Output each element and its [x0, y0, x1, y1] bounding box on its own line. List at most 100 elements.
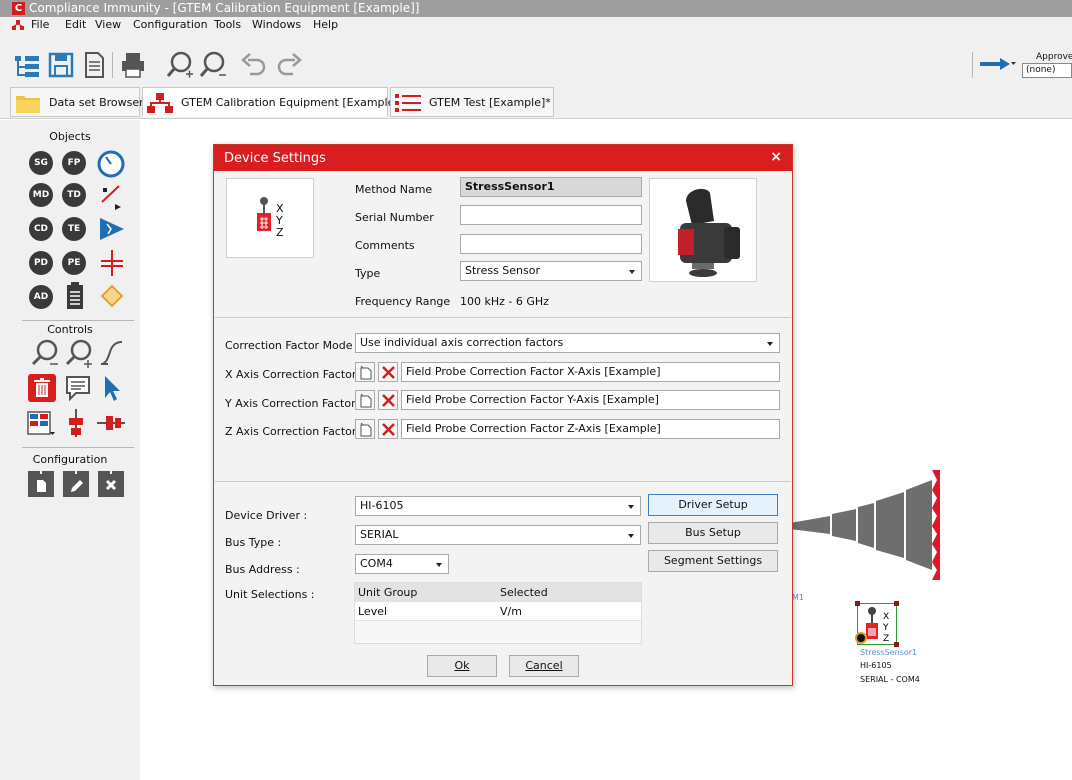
configuration-header: Configuration	[32, 453, 108, 466]
svg-text:Y: Y	[882, 623, 889, 633]
type-select[interactable]: Stress Sensor	[460, 261, 642, 281]
td-button[interactable]: TD	[62, 183, 86, 207]
workflow-arrow-icon[interactable]	[978, 57, 1016, 71]
method-name-label: Method Name	[355, 183, 433, 196]
pe-button[interactable]: PE	[62, 251, 86, 275]
gtem-cell-icon[interactable]	[790, 470, 940, 580]
menu-configuration[interactable]: Configuration	[133, 18, 208, 31]
md-button[interactable]: MD	[29, 183, 53, 207]
te-button[interactable]: TE	[62, 217, 86, 241]
splitter-icon[interactable]	[99, 249, 125, 277]
zoom-in-tool-icon[interactable]	[64, 338, 94, 368]
x-axis-correction-field[interactable]: Field Probe Correction Factor X-Axis [Ex…	[401, 362, 780, 382]
correction-factor-mode-select[interactable]: Use individual axis correction factors	[355, 333, 780, 353]
comments-field[interactable]	[460, 234, 642, 254]
menu-file[interactable]: File	[31, 18, 49, 31]
z-axis-remove-button[interactable]	[378, 419, 398, 439]
cd-button[interactable]: CD	[29, 217, 53, 241]
new-document-icon	[360, 422, 372, 437]
menu-windows[interactable]: Windows	[252, 18, 301, 31]
menu-edit[interactable]: Edit	[65, 18, 86, 31]
new-config-icon[interactable]	[27, 470, 55, 498]
objects-panel: Objects SG FP MD TD CD TE PD PE AD Contr…	[0, 120, 140, 780]
network-icon	[147, 93, 173, 113]
device-driver-select[interactable]: HI-6105	[355, 496, 641, 516]
sg-button[interactable]: SG	[29, 151, 53, 175]
y-axis-remove-button[interactable]	[378, 390, 398, 410]
tab-data-set-browser[interactable]: Data set Browser	[10, 87, 144, 117]
toolbar-separator-right	[972, 52, 973, 78]
cancel-button-label: Cancel	[525, 659, 563, 672]
comment-icon[interactable]	[64, 374, 92, 402]
serial-number-field[interactable]	[460, 205, 642, 225]
undo-icon[interactable]	[240, 50, 268, 80]
document-icon[interactable]	[80, 50, 108, 80]
bus-setup-button[interactable]: Bus Setup	[648, 522, 778, 544]
ad-button[interactable]: AD	[29, 285, 53, 309]
chevron-down-icon	[629, 270, 635, 274]
y-axis-new-button[interactable]	[355, 390, 375, 410]
connection-icon[interactable]	[99, 182, 125, 210]
y-axis-correction-field[interactable]: Field Probe Correction Factor Y-Axis [Ex…	[401, 390, 780, 410]
canvas-device-name: StressSensor1	[860, 648, 918, 657]
delete-config-icon[interactable]	[97, 470, 125, 498]
tree-view-icon[interactable]	[13, 50, 41, 80]
menu-bar: File Edit View Configuration Tools Windo…	[0, 17, 1072, 33]
zoom-out-tool-icon[interactable]	[30, 338, 60, 368]
driver-setup-button[interactable]: Driver Setup	[648, 494, 778, 516]
bus-address-select[interactable]: COM4	[355, 554, 449, 574]
folder-icon	[16, 96, 40, 113]
segment-settings-button[interactable]: Segment Settings	[648, 550, 778, 572]
meter-icon[interactable]	[97, 150, 125, 178]
pointer-icon[interactable]	[100, 374, 124, 402]
notes-icon[interactable]	[65, 282, 85, 310]
print-icon[interactable]	[119, 50, 147, 80]
delete-icon[interactable]	[28, 374, 56, 402]
ok-button[interactable]: Ok	[427, 655, 497, 677]
bus-type-select[interactable]: SERIAL	[355, 525, 641, 545]
table-cell-selected[interactable]: V/m	[500, 605, 522, 618]
diamond-icon[interactable]	[100, 284, 124, 308]
close-icon[interactable]: ×	[770, 149, 782, 165]
save-icon[interactable]	[47, 50, 75, 80]
zoom-in-icon[interactable]	[166, 50, 194, 80]
menu-tools[interactable]: Tools	[214, 18, 241, 31]
method-name-field: StressSensor1	[460, 177, 642, 197]
serial-number-label: Serial Number	[355, 211, 434, 224]
table-row[interactable]: Level V/m	[355, 602, 641, 621]
pulse-icon[interactable]	[99, 216, 125, 242]
align-horizontal-icon[interactable]	[96, 412, 126, 434]
z-axis-correction-label: Z Axis Correction Factor	[225, 425, 357, 438]
x-axis-new-button[interactable]	[355, 362, 375, 382]
menu-help[interactable]: Help	[313, 18, 338, 31]
tab-gtem-test[interactable]: GTEM Test [Example]*	[390, 87, 554, 117]
zoom-out-icon[interactable]	[199, 50, 227, 80]
chevron-down-icon	[628, 534, 634, 538]
correction-factor-mode-label: Correction Factor Mode	[225, 339, 353, 352]
stress-sensor-node[interactable]: X Y Z	[855, 601, 899, 647]
align-vertical-icon[interactable]	[66, 408, 86, 438]
edit-config-icon[interactable]	[62, 470, 90, 498]
approved-select[interactable]: (none)	[1022, 63, 1072, 78]
unit-selections-table: Unit Group Selected Level V/m	[354, 582, 642, 644]
z-axis-new-button[interactable]	[355, 419, 375, 439]
x-axis-remove-button[interactable]	[378, 362, 398, 382]
node-port-icon[interactable]	[855, 632, 867, 644]
curve-tool-icon[interactable]	[98, 338, 126, 368]
fp-button[interactable]: FP	[62, 151, 86, 175]
toolbar	[0, 33, 1072, 85]
bus-address-value: COM4	[360, 557, 393, 570]
pd-button[interactable]: PD	[29, 251, 53, 275]
tab-gtem-calibration-equipment[interactable]: GTEM Calibration Equipment [Example]	[142, 87, 399, 117]
cancel-button[interactable]: Cancel	[509, 655, 579, 677]
section-divider	[215, 317, 791, 318]
svg-text:X: X	[883, 612, 889, 622]
app-menu-icon[interactable]	[12, 20, 24, 30]
redo-icon[interactable]	[275, 50, 303, 80]
layout-icon[interactable]	[26, 410, 56, 436]
correction-factor-mode-value: Use individual axis correction factors	[360, 336, 564, 349]
menu-view[interactable]: View	[95, 18, 121, 31]
table-header: Unit Group Selected	[355, 583, 641, 602]
app-logo-icon: C	[12, 2, 25, 15]
z-axis-correction-field[interactable]: Field Probe Correction Factor Z-Axis [Ex…	[401, 419, 780, 439]
